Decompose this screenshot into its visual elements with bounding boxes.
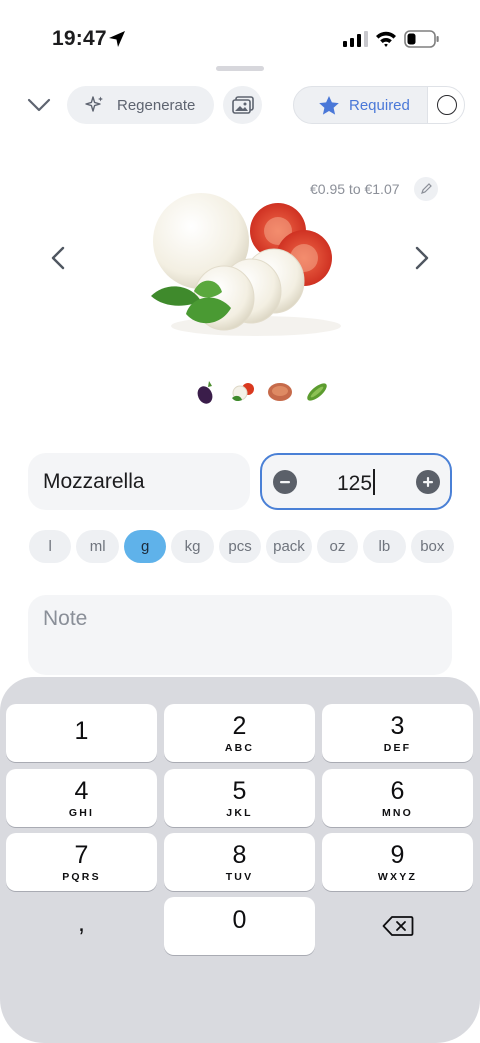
key-5[interactable]: 5 JKL: [164, 769, 315, 827]
required-label: Required: [349, 96, 410, 114]
key-letters: PQRS: [62, 871, 101, 883]
item-name-field[interactable]: Mozzarella: [28, 453, 250, 510]
key-letters: JKL: [226, 807, 253, 819]
key-digit: 9: [390, 841, 405, 869]
key-digit: 4: [74, 777, 89, 805]
mozzarella-product-image: [151, 193, 341, 336]
photo-icon: [231, 96, 254, 114]
key-digit: 1: [74, 717, 89, 745]
key-digit: 5: [232, 777, 247, 805]
key-letters: TUV: [225, 871, 254, 883]
unit-option-g[interactable]: g: [123, 530, 167, 563]
previous-image-button[interactable]: [48, 245, 68, 271]
key-digit: 3: [390, 712, 405, 740]
edit-price-button[interactable]: [414, 177, 438, 201]
unit-option-pack[interactable]: pack: [266, 530, 312, 563]
wifi-icon: [376, 31, 396, 47]
key-7[interactable]: 7 PQRS: [6, 833, 157, 891]
chevron-down-icon: [27, 98, 51, 112]
key-digit: 7: [74, 841, 89, 869]
text-caret: [373, 469, 376, 495]
thumbnail-eggplant[interactable]: [190, 377, 221, 408]
pencil-icon: [421, 183, 432, 194]
quantity-input[interactable]: 125: [322, 469, 390, 496]
unit-selector: l ml g kg pcs pack oz lb box: [29, 530, 455, 563]
unit-option-lb[interactable]: lb: [363, 530, 406, 563]
increment-button[interactable]: [416, 470, 440, 494]
key-digit: 0: [232, 906, 247, 934]
note-placeholder: Note: [43, 607, 88, 630]
status-time: 19:47: [52, 27, 107, 50]
key-digit: 2: [232, 712, 247, 740]
image-thumbnails: [190, 376, 340, 408]
battery-icon: [404, 30, 439, 48]
key-letters: GHI: [68, 807, 95, 819]
numeric-keypad: 1 2 ABC 3 DEF 4 GHI 5 JKL 6 MNO 7 PQRS 8…: [0, 677, 480, 1043]
key-3[interactable]: 3 DEF: [322, 704, 473, 762]
key-letters: ABC: [224, 742, 255, 754]
key-digit: 6: [390, 777, 405, 805]
key-8[interactable]: 8 TUV: [164, 833, 315, 891]
mozzarella-tomato-icon: [231, 383, 254, 402]
thumbnail-cucumber[interactable]: [301, 377, 332, 408]
thumbnail-meat-patty[interactable]: [264, 377, 295, 408]
star-icon: [319, 95, 339, 115]
required-control: Required: [293, 86, 465, 124]
meat-patty-icon: [267, 383, 292, 401]
circle-icon: [436, 95, 457, 115]
key-1[interactable]: 1: [6, 704, 157, 762]
key-letters: MNO: [381, 807, 414, 819]
cucumber-icon: [306, 383, 327, 401]
key-2[interactable]: 2 ABC: [164, 704, 315, 762]
required-toggle[interactable]: [427, 87, 464, 123]
plus-icon: [423, 477, 433, 487]
unit-option-oz[interactable]: oz: [316, 530, 359, 563]
next-image-button[interactable]: [412, 245, 432, 271]
quantity-value: 125: [336, 472, 373, 495]
key-digit: 8: [232, 841, 247, 869]
unit-option-ml[interactable]: ml: [76, 530, 119, 563]
eggplant-icon: [197, 381, 212, 404]
key-letters: WXYZ: [377, 871, 418, 883]
backspace-icon: [382, 916, 413, 936]
image-picker-button[interactable]: [223, 86, 262, 124]
cellular-signal-icon: [343, 31, 368, 47]
decrement-button[interactable]: [273, 470, 297, 494]
key-letters: DEF: [383, 742, 412, 754]
collapse-button[interactable]: [22, 88, 56, 122]
item-name-value: Mozzarella: [43, 469, 145, 493]
unit-option-kg[interactable]: kg: [171, 530, 214, 563]
thumbnail-mozzarella-tomato[interactable]: [227, 377, 258, 408]
required-button[interactable]: Required: [294, 87, 427, 123]
key-9[interactable]: 9 WXYZ: [322, 833, 473, 891]
note-field[interactable]: Note: [28, 595, 452, 675]
unit-option-l[interactable]: l: [29, 530, 72, 563]
regenerate-label: Regenerate: [117, 96, 196, 114]
key-0[interactable]: 0: [164, 897, 315, 955]
unit-option-box[interactable]: box: [410, 530, 455, 563]
key-6[interactable]: 6 MNO: [322, 769, 473, 827]
key-4[interactable]: 4 GHI: [6, 769, 157, 827]
key-comma[interactable]: ,: [6, 909, 157, 967]
location-arrow-icon: [109, 31, 125, 47]
minus-icon: [280, 481, 290, 484]
regenerate-button[interactable]: Regenerate: [67, 86, 214, 124]
sheet-grabber[interactable]: [216, 66, 264, 71]
sparkles-icon: [85, 96, 103, 112]
status-bar: 19:47: [0, 0, 480, 70]
key-delete[interactable]: [322, 897, 473, 955]
unit-option-pcs[interactable]: pcs: [218, 530, 262, 563]
quantity-stepper[interactable]: 125: [260, 453, 452, 510]
